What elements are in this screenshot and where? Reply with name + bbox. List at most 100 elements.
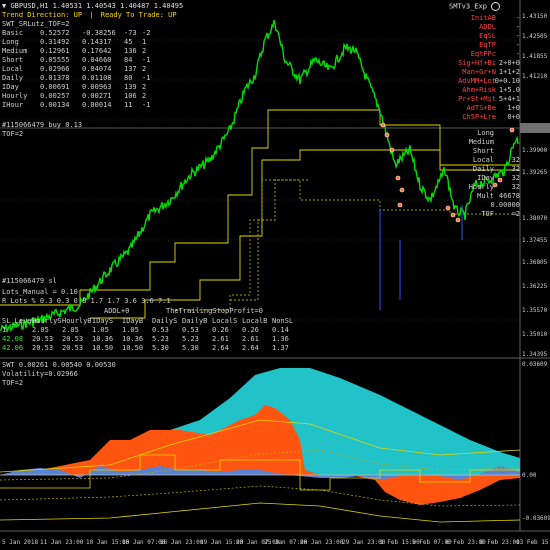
- sl-table-cell: 0.53: [182, 326, 199, 334]
- right-table-value: 0+0.10: [494, 77, 520, 85]
- oscillator-tick-label: 0.03609: [522, 361, 548, 368]
- left-table-v4: 2: [142, 65, 147, 73]
- sl-table-cell: 0.14: [272, 326, 289, 334]
- status-line: Trend Direction: UP | Ready To Trade: UP: [2, 11, 177, 19]
- tf-table-label: Daily: [472, 165, 494, 173]
- sl-table-header: IDayB: [122, 317, 144, 325]
- sl-table-cell: 5.30: [182, 344, 199, 352]
- sl-table-cell: 2.61: [212, 335, 229, 343]
- left-table-v1: 0.52572: [40, 29, 70, 37]
- tf-table-value: 0.00000: [490, 201, 520, 209]
- symbol-quote: GBPUSD,H1 1.40531 1.40543 1.40487 1.4049…: [10, 2, 184, 10]
- time-tick-label: 8 Feb 23:00: [480, 539, 520, 546]
- signal-dot: [399, 187, 405, 193]
- right-table-value: 1+0: [507, 104, 520, 112]
- current-price-box: [520, 123, 550, 133]
- sl-table-cell: 0.53: [152, 326, 169, 334]
- sl-table-cell: 0.26: [212, 326, 229, 334]
- tf-table-value: 32: [511, 174, 520, 182]
- left-table-v3: 45: [124, 38, 133, 46]
- left-table-name: IHour: [2, 101, 24, 109]
- right-table-label: Ahm+Risk: [462, 86, 496, 94]
- left-table-title: SWT_SRLutz_TOF=2: [2, 20, 70, 28]
- tf-table-value: 32: [511, 183, 520, 191]
- sl-table-cell: 5.30: [152, 344, 169, 352]
- tf-table-value: 32: [511, 165, 520, 173]
- oscillator-title: SWT 0.00261 0.00540 0.00530: [2, 361, 116, 369]
- left-table-v3: 139: [124, 83, 137, 91]
- tf-table-value: =2: [511, 210, 520, 218]
- right-table-label: AdvMM+Lot: [458, 77, 496, 85]
- left-table-name: Medium: [2, 47, 28, 55]
- order-line-label[interactable]: #115066479 buy 0.13: [2, 121, 82, 129]
- right-table-value: 0+0: [507, 113, 520, 121]
- left-table-v1: 0.31492: [40, 38, 70, 46]
- oscillator-tick-label: 0.00: [522, 472, 537, 479]
- price-tick-label: 1.36805: [522, 259, 548, 266]
- left-table-v2: 0.14317: [82, 38, 112, 46]
- oscillator-tick-label: -0.03609: [522, 515, 550, 522]
- sl-table-cell: 2.61: [242, 335, 259, 343]
- left-table-v2: 0.04074: [82, 65, 112, 73]
- price-tick-label: 1.36225: [522, 283, 548, 290]
- signal-dot: [397, 202, 403, 208]
- left-table-name: Long: [2, 38, 19, 46]
- tf-table-label: Short: [472, 147, 494, 155]
- left-table-v2: -0.38256: [82, 29, 116, 37]
- left-table-v2: 0.00963: [82, 83, 112, 91]
- expert-name: SMTv3_Exp: [449, 2, 487, 11]
- sl-table-cell: 20.53: [32, 344, 54, 352]
- price-tick-label: 1.34395: [522, 351, 548, 358]
- left-table-name: IDay: [2, 83, 19, 91]
- price-tick-label: 1.37455: [522, 237, 548, 244]
- right-table-label: Pr+St+Mst: [458, 95, 496, 103]
- left-table-v3: -73: [124, 29, 137, 37]
- signal-dot: [384, 132, 390, 138]
- signal-dot: [380, 122, 386, 128]
- left-table-v3: 80: [124, 74, 133, 82]
- tf-table-value: 32: [511, 156, 520, 164]
- sl-table-cell: 10.50: [92, 344, 114, 352]
- left-table-v1: 0.00691: [40, 83, 70, 91]
- left-table-v4: -1: [142, 101, 151, 109]
- signal-dot: [497, 177, 503, 183]
- left-table-v2: 0.04660: [82, 56, 112, 64]
- smiley-icon: [491, 2, 501, 11]
- left-table-v4: -1: [142, 74, 151, 82]
- sl-line-label[interactable]: #115066479 sl: [2, 277, 57, 285]
- right-table-label: ChSP+Lre: [462, 113, 496, 121]
- sl-table-header: NonSL: [272, 317, 294, 325]
- right-table-label: EqTP: [479, 41, 496, 49]
- tf-table-label: Long: [477, 129, 494, 137]
- collapse-triangle-icon[interactable]: ▼: [2, 2, 6, 10]
- left-table-name: Hourly: [2, 92, 28, 100]
- left-table-v1: 0.01378: [40, 74, 70, 82]
- right-table-label: AdTS+Be: [466, 104, 496, 112]
- sl-table-cell: 42.06: [2, 344, 24, 352]
- sl-table-header: HourlyS: [32, 317, 62, 325]
- right-table-value: -: [515, 23, 520, 31]
- oscillator-tof: TOF=2: [2, 379, 24, 387]
- left-table-v1: 0.00257: [40, 92, 70, 100]
- right-table-label: InitAB: [470, 14, 496, 22]
- sl-table-cell: 20.53: [62, 344, 84, 352]
- status-separator: |: [89, 11, 94, 19]
- right-table-value: -: [515, 41, 520, 49]
- right-table-value: -: [515, 32, 520, 40]
- sl-table-cell: 2.64: [242, 344, 259, 352]
- left-table-v1: 0.02966: [40, 65, 70, 73]
- lots-row: R_Lots_% 0.3 0.3 0.8 1.7 1.7 3.6 3.6 7.1: [2, 297, 171, 305]
- sl-table-cell: 5.23: [152, 335, 169, 343]
- right-table-value: -: [515, 50, 520, 58]
- signal-dot: [509, 127, 515, 133]
- sl-table-cell: 10.50: [122, 344, 144, 352]
- price-tick-label: 1.35570: [522, 307, 548, 314]
- expert-label[interactable]: SMTv3_Exp: [449, 2, 501, 11]
- sl-table-header: HourlyB: [62, 317, 92, 325]
- right-table-value: 2+0+0: [498, 59, 520, 67]
- price-tick-label: 1.39900: [522, 147, 548, 154]
- sl-table-header: LocalS: [212, 317, 238, 325]
- left-table-v4: 2: [142, 83, 147, 91]
- right-table-value: 5+4+1: [498, 95, 520, 103]
- left-table-v2: 0.00271: [82, 92, 112, 100]
